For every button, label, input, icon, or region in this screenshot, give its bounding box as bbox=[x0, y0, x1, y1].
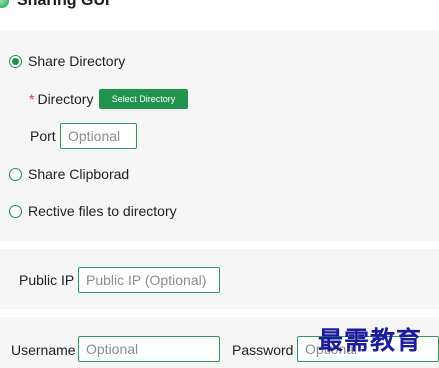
password-label: Password bbox=[232, 342, 294, 358]
public-ip-label: Public IP bbox=[19, 272, 75, 288]
radio-share-directory[interactable]: Share Directory bbox=[9, 53, 125, 69]
public-ip-input[interactable] bbox=[78, 267, 220, 293]
app-title: Sharing GUI bbox=[17, 0, 110, 9]
username-label: Username bbox=[11, 342, 76, 358]
app-logo-icon bbox=[0, 0, 9, 8]
directory-label-text: Directory bbox=[37, 91, 94, 107]
title-bar: Sharing GUI bbox=[0, 0, 109, 11]
sharing-gui-window: Sharing GUI Share Directory * Directory S… bbox=[0, 0, 439, 368]
radio-receive-files[interactable]: Rective files to directory bbox=[9, 203, 177, 219]
radio-checked-icon[interactable] bbox=[9, 54, 22, 68]
radio-share-clipboard-label: Share Clipborad bbox=[28, 166, 130, 182]
port-label: Port bbox=[30, 128, 56, 144]
radio-share-clipboard[interactable]: Share Clipborad bbox=[9, 166, 129, 182]
radio-share-directory-label: Share Directory bbox=[28, 53, 126, 69]
watermark-logo: 最需教育 bbox=[318, 326, 423, 355]
radio-unchecked-icon[interactable] bbox=[9, 204, 22, 218]
port-input[interactable] bbox=[60, 123, 137, 149]
username-input[interactable] bbox=[78, 336, 220, 362]
select-directory-button[interactable]: Select Directory bbox=[99, 89, 188, 109]
directory-label: * Directory bbox=[29, 91, 93, 107]
radio-receive-files-label: Rective files to directory bbox=[28, 203, 177, 219]
required-mark: * bbox=[29, 91, 35, 107]
radio-unchecked-icon[interactable] bbox=[9, 167, 22, 181]
